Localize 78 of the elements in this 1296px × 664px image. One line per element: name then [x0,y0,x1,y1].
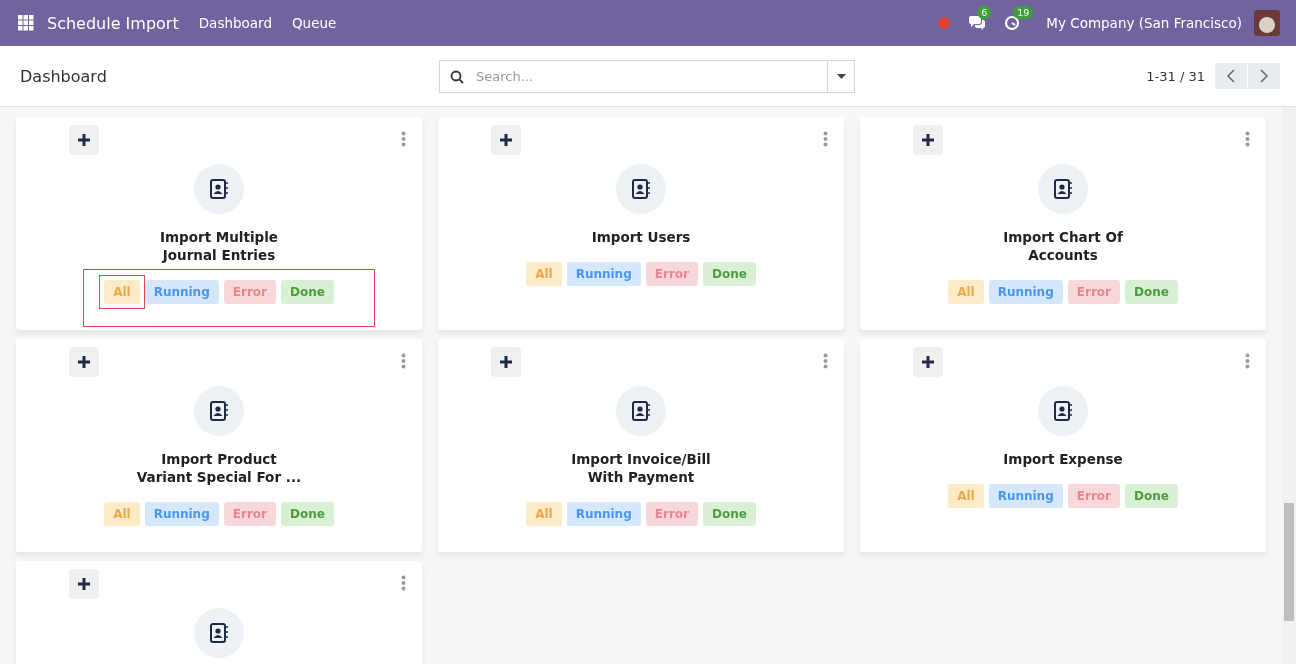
kebab-menu-icon[interactable] [823,131,828,147]
plus-icon [78,134,90,146]
activity-count-badge: 19 [1013,6,1034,19]
filter-button[interactable]: All [948,280,984,304]
scrollbar[interactable] [1282,107,1296,664]
filter-button[interactable]: Error [1067,484,1120,508]
search-icon [450,69,464,84]
filter-button[interactable]: Done [702,262,756,286]
contact-book-icon [631,179,651,199]
menu-item[interactable]: Dashboard [198,15,272,31]
filter-button[interactable]: All [526,262,562,286]
filter-button[interactable]: Running [566,502,641,526]
add-button[interactable] [913,125,943,155]
plus-icon [78,578,90,590]
add-button[interactable] [69,125,99,155]
filter-button[interactable]: Running [144,280,219,304]
search-field[interactable]: Search... [439,59,827,93]
filter-button[interactable]: Running [988,280,1063,304]
user-avatar[interactable] [1254,10,1280,36]
filter-button[interactable]: Error [645,502,698,526]
chat-icon[interactable] [968,15,987,31]
pager-value[interactable]: 1-31 / 31 [1146,68,1205,84]
add-button[interactable] [69,569,99,599]
card-title: Import Multiple Journal Entries [159,228,278,264]
breadcrumb: Dashboard [20,66,108,86]
status-dot-icon [938,17,951,29]
kebab-menu-icon[interactable] [1245,131,1250,147]
card-title: Import Product Variant Special For ... [136,450,302,486]
message-count-badge: 6 [977,6,992,19]
chevron-left-icon [1227,69,1235,83]
caret-icon [836,73,846,79]
contact-book-icon [631,401,651,421]
plus-icon [500,134,512,146]
add-button[interactable] [491,347,521,377]
filter-button[interactable]: Error [223,502,276,526]
filter-button[interactable]: All [104,502,140,526]
card-title: Import Chart Of Accounts [1003,228,1123,264]
plus-icon [922,134,934,146]
filter-button[interactable]: Done [280,280,334,304]
add-button[interactable] [913,347,943,377]
contact-book-icon [209,179,229,199]
filter-button[interactable]: Running [988,484,1063,508]
contact-book-icon [1053,401,1073,421]
filter-button[interactable]: All [526,502,562,526]
filter-button[interactable]: Done [280,502,334,526]
chevron-right-icon [1260,69,1268,83]
plus-icon [78,356,90,368]
contact-book-icon [1053,179,1073,199]
clock-icon[interactable] [1004,15,1021,31]
contact-book-icon [209,401,229,421]
company-switcher[interactable]: My Company (San Francisco) [1046,15,1242,31]
menu-item[interactable]: Queue [291,15,337,31]
plus-icon [500,356,512,368]
filter-button[interactable]: Error [223,280,276,304]
filter-button[interactable]: Running [566,262,641,286]
filter-button[interactable]: Done [1124,484,1178,508]
card-title: Import Expense [1003,450,1123,468]
kebab-menu-icon[interactable] [401,575,406,591]
kebab-menu-icon[interactable] [401,353,406,369]
kebab-menu-icon[interactable] [1245,353,1250,369]
filter-button[interactable]: All [104,280,140,304]
search-options-toggle[interactable] [827,59,855,93]
filter-button[interactable]: Error [645,262,698,286]
contact-book-icon [209,623,229,643]
filter-button[interactable]: Error [1067,280,1120,304]
app-title[interactable]: Schedule Import [47,13,179,33]
filter-button[interactable]: Done [1124,280,1178,304]
plus-icon [922,356,934,368]
filter-button[interactable]: Running [144,502,219,526]
add-button[interactable] [69,347,99,377]
card-title: Import Invoice/Bill With Payment [571,450,711,486]
filter-button[interactable]: Done [702,502,756,526]
apps-menu-icon[interactable] [18,15,34,31]
filter-button[interactable]: All [948,484,984,508]
kebab-menu-icon[interactable] [401,131,406,147]
add-button[interactable] [491,125,521,155]
card-title: Import Users [591,228,691,246]
kebab-menu-icon[interactable] [823,353,828,369]
